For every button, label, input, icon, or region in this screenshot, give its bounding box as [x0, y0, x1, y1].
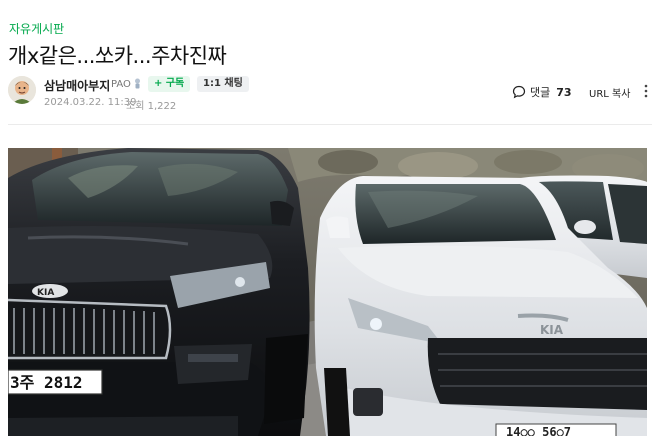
level-badge-icon [135, 78, 140, 89]
view-count: 조회 1,222 [126, 101, 177, 112]
comment-button[interactable]: 댓글 73 [512, 84, 572, 100]
chat-button[interactable]: 1:1 채팅 [197, 76, 249, 92]
comment-count: 73 [556, 85, 572, 99]
comment-icon [512, 85, 526, 99]
header-divider [8, 124, 652, 125]
avatar-face-icon [8, 76, 36, 104]
right-license-plate: 14○○ 56○7 [506, 425, 571, 436]
post-date: 2024.03.22. 11:39 [44, 97, 137, 108]
author-name[interactable]: 삼남매아부지 [44, 77, 110, 94]
avatar[interactable] [8, 76, 36, 104]
subscribe-button[interactable]: + 구독 [148, 76, 191, 92]
comment-label: 댓글 [530, 86, 551, 99]
left-car-badge: KIA [37, 288, 54, 298]
post-title: 개x같은...쏘카...주차진짜 [8, 44, 227, 68]
more-options-icon[interactable] [643, 83, 649, 99]
post-photo[interactable]: KIA 14○○ 56○7 KIA 3주 2812 [8, 148, 647, 436]
author-level: PAO [111, 79, 131, 90]
left-license-plate: 3주 2812 [10, 373, 83, 392]
parked-cars-photo: KIA 14○○ 56○7 KIA 3주 2812 [8, 148, 647, 436]
url-copy-button[interactable]: URL 복사 [589, 85, 630, 100]
board-link[interactable]: 자유게시판 [9, 20, 64, 37]
right-car-badge: KIA [540, 323, 564, 337]
